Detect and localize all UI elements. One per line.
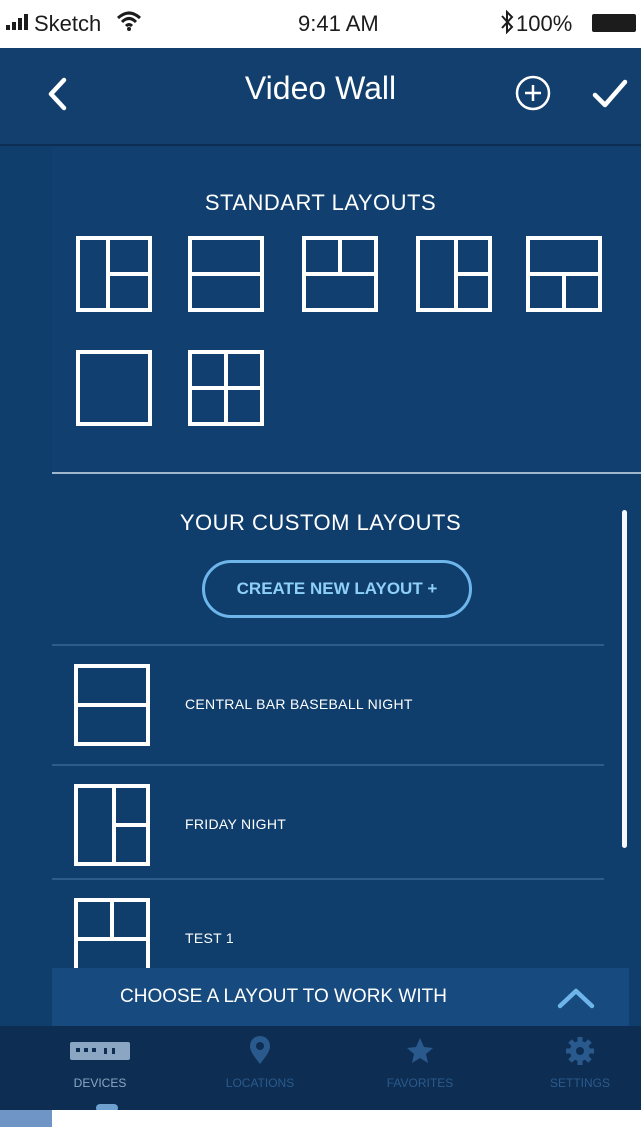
status-time: 9:41 AM [298, 11, 379, 36]
layout-bottom-split-icon[interactable] [526, 236, 602, 312]
phone-screen: Sketch 9:41 AM 100% Video Wall STANDART … [0, 0, 641, 1110]
layout-quad-icon[interactable] [188, 350, 264, 426]
add-circle-icon[interactable] [514, 74, 552, 112]
tab-favorites-label: FAVORITES [386, 1076, 454, 1090]
active-tab-indicator [96, 1104, 118, 1110]
checkmark-icon[interactable] [590, 74, 630, 114]
nav-bar: Video Wall [0, 48, 641, 146]
list-item[interactable]: CENTRAL BAR BASEBALL NIGHT [52, 644, 604, 764]
custom-layout-name: TEST 1 [185, 930, 235, 946]
tab-bar: DEVICES LOCATIONS FAVORITES SETTINGS [0, 1026, 641, 1110]
layout-single-icon[interactable] [76, 350, 152, 426]
bluetooth-icon [501, 10, 514, 34]
status-bar: Sketch 9:41 AM 100% [0, 0, 641, 48]
standard-layouts-section: STANDART LAYOUTS [52, 146, 641, 472]
layout-split-horizontal-icon[interactable] [188, 236, 264, 312]
tab-locations[interactable]: LOCATIONS [200, 1036, 320, 1090]
layout-left-right-split-icon[interactable] [76, 236, 152, 312]
layout-top-split-icon[interactable] [302, 236, 378, 312]
standard-layouts-title: STANDART LAYOUTS [204, 190, 437, 215]
choose-layout-bar[interactable]: CHOOSE A LAYOUT TO WORK WITH [52, 968, 629, 1026]
layout-split-horizontal-icon [74, 664, 150, 746]
signal-icon [6, 14, 30, 30]
tab-devices-label: DEVICES [73, 1076, 127, 1090]
wifi-icon [116, 11, 142, 31]
custom-layout-name: CENTRAL BAR BASEBALL NIGHT [185, 696, 413, 712]
battery-icon [592, 14, 636, 32]
star-icon [407, 1038, 433, 1063]
tab-settings-label: SETTINGS [549, 1076, 610, 1090]
custom-layout-name: FRIDAY NIGHT [185, 816, 287, 832]
chevron-up-icon[interactable] [556, 986, 596, 1010]
battery-percent: 100% [516, 11, 573, 36]
tab-favorites[interactable]: FAVORITES [360, 1036, 480, 1090]
custom-layouts-title: YOUR CUSTOM LAYOUTS [179, 510, 462, 535]
tab-settings[interactable]: SETTINGS [520, 1036, 640, 1090]
layout-left-right-split-icon[interactable] [416, 236, 492, 312]
gear-icon [566, 1037, 594, 1065]
devices-icon [70, 1042, 130, 1060]
create-new-layout-button[interactable]: CREATE NEW LAYOUT + [202, 560, 472, 618]
carrier-name: Sketch [34, 11, 102, 36]
tab-locations-label: LOCATIONS [225, 1076, 295, 1090]
layout-left-right-split-icon [74, 784, 150, 866]
choose-layout-label: CHOOSE A LAYOUT TO WORK WITH [120, 986, 447, 1007]
location-pin-icon [250, 1036, 270, 1064]
tab-devices[interactable]: DEVICES [40, 1036, 160, 1090]
list-item[interactable]: FRIDAY NIGHT [52, 764, 604, 884]
scrollbar[interactable] [622, 510, 627, 848]
